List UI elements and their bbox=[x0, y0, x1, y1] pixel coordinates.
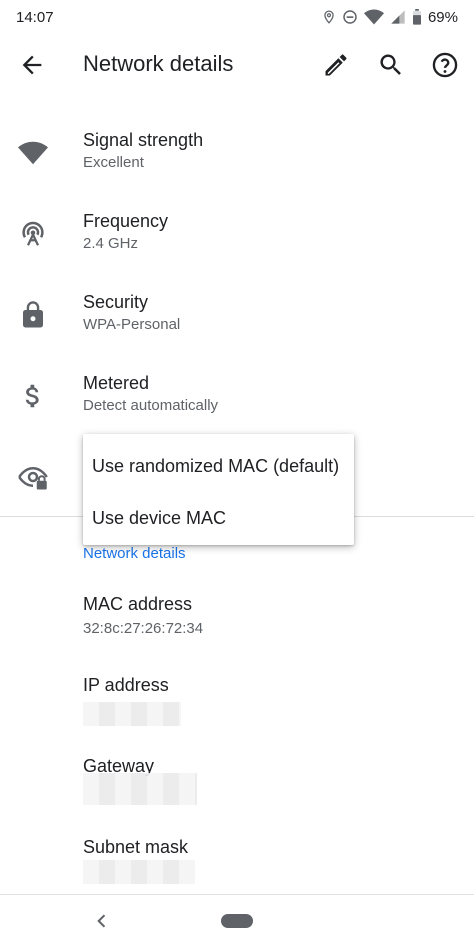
detail-title: IP address bbox=[83, 675, 169, 695]
redacted-value bbox=[83, 860, 195, 884]
option-randomized-mac[interactable]: Use randomized MAC (default) bbox=[83, 440, 354, 492]
status-bar: 14:07 69% bbox=[0, 0, 474, 34]
dollar-icon bbox=[25, 384, 39, 408]
detail-mac-address: MAC address 32:8c:27:26:72:34 bbox=[83, 594, 203, 637]
row-subtitle: 2.4 GHz bbox=[83, 235, 139, 252]
lock-icon bbox=[23, 301, 43, 328]
nav-home-pill[interactable] bbox=[221, 914, 253, 928]
privacy-eye-icon bbox=[18, 466, 48, 490]
system-nav-bar bbox=[0, 894, 474, 948]
detail-gateway: Gateway bbox=[83, 756, 197, 805]
option-device-mac[interactable]: Use device MAC bbox=[83, 492, 354, 544]
nav-back-icon[interactable] bbox=[92, 911, 112, 931]
battery-icon bbox=[412, 9, 421, 25]
dnd-icon bbox=[343, 10, 357, 24]
mac-type-popup-menu: Use randomized MAC (default) Use device … bbox=[83, 434, 354, 545]
row-frequency[interactable]: Frequency 2.4 GHz bbox=[0, 197, 474, 277]
row-subtitle: Detect automatically bbox=[83, 397, 219, 414]
row-metered[interactable]: Metered Detect automatically bbox=[0, 359, 474, 439]
section-header: Network details bbox=[83, 545, 186, 562]
wifi-icon bbox=[363, 9, 384, 25]
detail-title: Subnet mask bbox=[83, 837, 189, 857]
row-signal-strength[interactable]: Signal strength Excellent bbox=[0, 116, 474, 196]
row-title: Frequency bbox=[83, 211, 169, 231]
redacted-value bbox=[83, 702, 181, 726]
row-title: Metered bbox=[83, 373, 150, 393]
row-security[interactable]: Security WPA-Personal bbox=[0, 278, 474, 358]
row-title: Signal strength bbox=[83, 130, 204, 150]
edit-icon[interactable] bbox=[322, 51, 350, 79]
status-time: 14:07 bbox=[16, 8, 54, 26]
row-title: Security bbox=[83, 292, 149, 312]
detail-ip-address: IP address bbox=[83, 675, 181, 726]
page-title: Network details bbox=[83, 51, 234, 76]
search-icon[interactable] bbox=[377, 51, 405, 79]
row-subtitle: Excellent bbox=[83, 154, 144, 171]
location-icon bbox=[324, 10, 334, 24]
status-icons: 69% bbox=[322, 9, 458, 26]
signal-icon bbox=[391, 10, 405, 24]
app-bar: Network details bbox=[0, 34, 474, 96]
detail-value: 32:8c:27:26:72:34 bbox=[83, 620, 204, 637]
help-icon[interactable] bbox=[431, 51, 459, 79]
frequency-icon bbox=[22, 221, 44, 246]
battery-percent: 69% bbox=[427, 8, 458, 26]
redacted-value bbox=[83, 773, 197, 805]
detail-subnet-mask: Subnet mask bbox=[83, 837, 195, 884]
row-subtitle: WPA-Personal bbox=[83, 316, 181, 333]
wifi-signal-icon bbox=[18, 141, 48, 165]
back-arrow-icon[interactable] bbox=[18, 51, 46, 79]
detail-title: MAC address bbox=[83, 594, 193, 614]
